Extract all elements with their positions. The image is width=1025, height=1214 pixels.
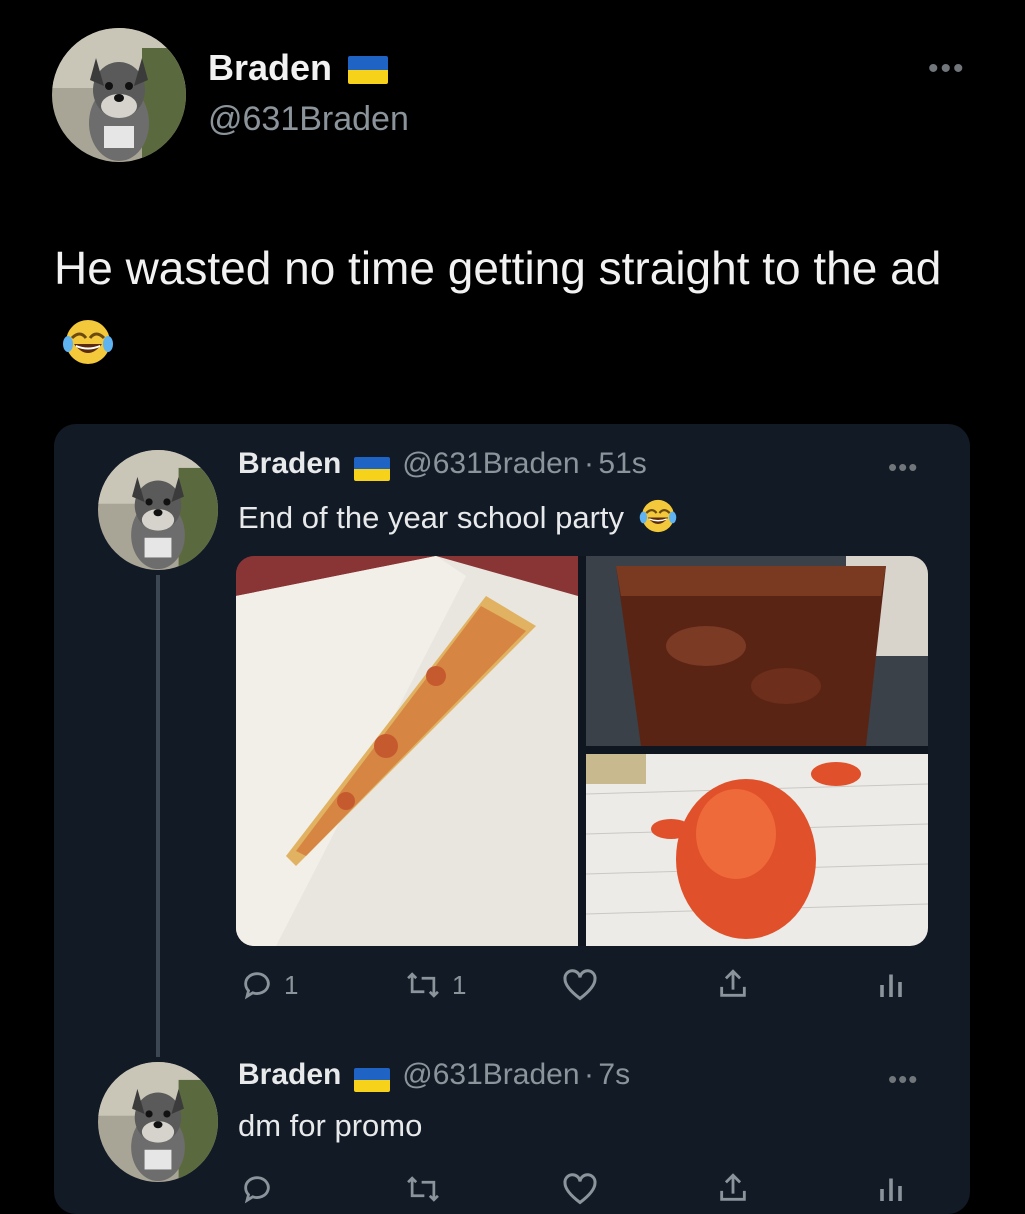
thread-tweet-header: Braden @631Braden · 7s	[238, 1058, 630, 1092]
tweet-time[interactable]: 51s	[598, 447, 646, 480]
reply-icon	[240, 968, 274, 1002]
retweet-count: 1	[452, 969, 467, 1000]
retweet-icon	[404, 1172, 442, 1206]
thread-tweet-header: Braden @631Braden · 51s	[238, 447, 647, 481]
thread-tweet-text: dm for promo	[238, 1108, 423, 1143]
thread-tweet-text-row: End of the year school party	[238, 497, 677, 543]
share-button[interactable]	[716, 1170, 750, 1206]
tweet-text-block: He wasted no time getting straight to th…	[54, 228, 974, 392]
pizza-slice-photo[interactable]	[236, 556, 578, 946]
face-with-tears-of-joy-icon	[639, 497, 677, 543]
separator-dot: ·	[583, 1058, 594, 1091]
soda-cup-photo[interactable]	[586, 556, 928, 746]
reply-icon	[240, 1172, 274, 1206]
media-grid[interactable]	[236, 556, 928, 946]
retweet-icon	[404, 968, 442, 1002]
retweet-button[interactable]	[404, 1172, 442, 1206]
thread-author-avatar[interactable]	[98, 450, 218, 570]
separator-dot: ·	[583, 447, 594, 480]
share-icon	[716, 966, 750, 1002]
author-name[interactable]: Braden	[208, 47, 332, 88]
author-handle[interactable]: @631Braden	[208, 100, 409, 139]
thread-connector-line	[156, 575, 160, 1057]
author-name-row[interactable]: Braden	[208, 47, 389, 89]
reply-button[interactable]	[240, 1172, 274, 1206]
thread-tweet-text: End of the year school party	[238, 500, 625, 536]
heart-icon	[562, 968, 598, 1002]
face-with-tears-of-joy-icon	[62, 312, 114, 392]
tweet-text: He wasted no time getting straight to th…	[54, 242, 942, 294]
like-button[interactable]	[562, 1172, 598, 1206]
reply-button[interactable]: 1	[240, 968, 298, 1002]
more-horizontal-icon[interactable]: •••	[928, 52, 966, 86]
share-button[interactable]	[716, 966, 750, 1002]
thread-author-handle[interactable]: @631Braden	[402, 1058, 579, 1091]
ukraine-flag-icon	[353, 456, 390, 481]
more-horizontal-icon[interactable]: •••	[888, 452, 918, 483]
ukraine-flag-icon	[348, 56, 389, 85]
thread-author-avatar[interactable]	[98, 1062, 218, 1182]
cheetos-photo[interactable]	[585, 754, 928, 946]
thread-author-name[interactable]: Braden	[238, 1058, 341, 1091]
analytics-icon	[876, 970, 906, 1000]
heart-icon	[562, 1172, 598, 1206]
thread-author-name[interactable]: Braden	[238, 447, 341, 480]
retweet-button[interactable]: 1	[404, 968, 466, 1002]
like-button[interactable]	[562, 968, 598, 1002]
ukraine-flag-icon	[353, 1067, 390, 1092]
more-horizontal-icon[interactable]: •••	[888, 1064, 918, 1095]
analytics-button[interactable]	[876, 970, 906, 1000]
reply-count: 1	[284, 969, 299, 1000]
thread-author-handle[interactable]: @631Braden	[402, 447, 579, 480]
share-icon	[716, 1170, 750, 1206]
tweet-time[interactable]: 7s	[598, 1058, 630, 1091]
author-avatar[interactable]	[52, 28, 186, 162]
